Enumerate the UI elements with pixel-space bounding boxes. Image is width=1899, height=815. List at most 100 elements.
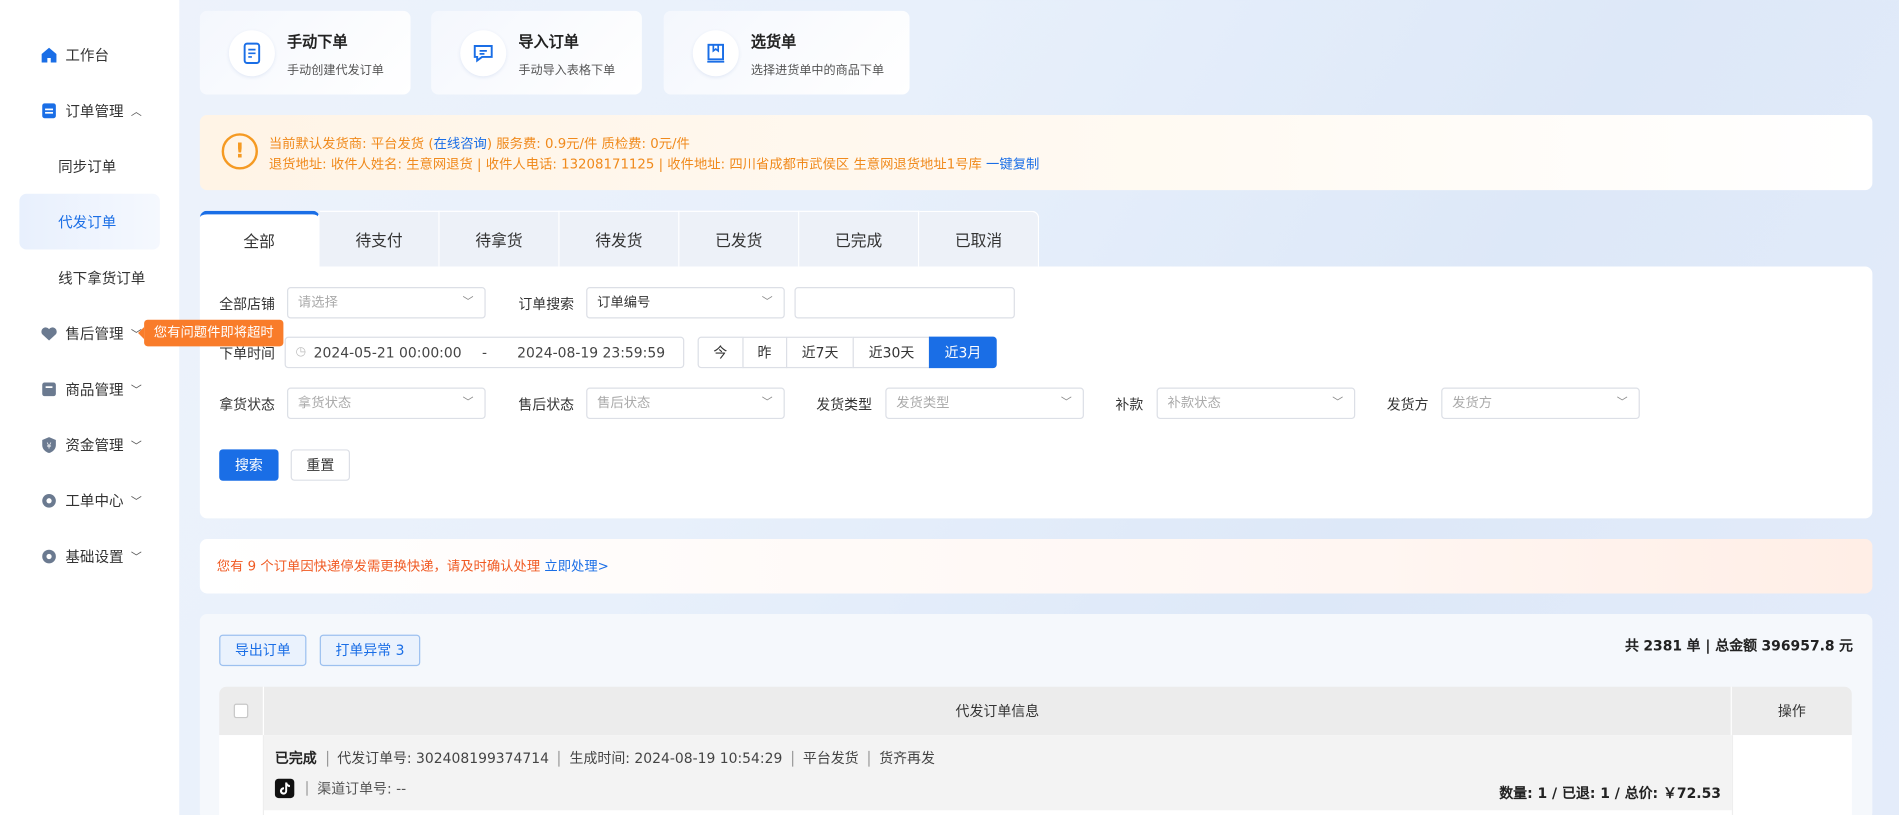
online-consult-link[interactable]: 在线咨询 — [434, 136, 487, 152]
sidebar-item-label: 售后管理 — [65, 325, 124, 343]
reset-button[interactable]: 重置 — [290, 449, 351, 481]
sidebar-item-label: 基础设置 — [65, 548, 124, 565]
settings-icon — [39, 546, 58, 565]
order-tag: 货齐再发 — [868, 750, 944, 767]
chevron-down-icon: ﹀ — [1616, 397, 1628, 410]
range-7days-button[interactable]: 近7天 — [786, 336, 855, 369]
sidebar-item-funds[interactable]: ¥ 资金管理 ﹀ — [0, 426, 179, 462]
pickup-status-select[interactable]: 拿货状态 ﹀ — [287, 387, 486, 420]
express-alert: 您有 9 个订单因快递停发需更换快递，请及时确认处理 立即处理> — [199, 538, 1873, 594]
aftersale-status-label: 售后状态 — [518, 396, 575, 413]
range-today-button[interactable]: 今 — [697, 336, 744, 369]
select-all-checkbox-cell — [219, 686, 265, 736]
quick-card-import-order[interactable]: 导入订单 手动导入表格下单 — [431, 10, 642, 95]
sidebar-item-settings[interactable]: 基础设置 ﹀ — [0, 538, 179, 574]
chevron-down-icon: ﹀ — [130, 495, 142, 509]
sidebar-item-label: 工单中心 — [65, 492, 124, 510]
sidebar-item-workbench[interactable]: 工作台 — [0, 36, 179, 72]
copy-address-link[interactable]: 一键复制 — [986, 156, 1039, 172]
import-icon — [460, 29, 507, 76]
handle-now-link[interactable]: 立即处理> — [544, 558, 608, 574]
sidebar-subitem-sync-orders[interactable]: 同步订单 — [0, 148, 179, 184]
sidebar: 工作台 订单管理 ︿ 同步订单 代发订单 线下拿货订单 售后管理 ﹀ 商品管理 … — [0, 0, 180, 815]
search-button[interactable]: 搜索 — [219, 449, 279, 481]
sidebar-subitem-label: 代发订单 — [58, 213, 117, 231]
select-all-checkbox[interactable] — [233, 703, 249, 719]
order-meta: 已完成 代发订单号: 302408199374714 生成时间: 2024-08… — [274, 749, 945, 767]
chevron-down-icon: ﹀ — [1332, 397, 1344, 410]
chevron-down-icon: ﹀ — [1060, 397, 1072, 410]
notice-line-2: 退货地址: 收件人姓名: 生意网退货 | 收件人电话: 13208171125 … — [268, 156, 1040, 172]
store-label: 全部店铺 — [219, 295, 275, 313]
sidebar-item-products[interactable]: 商品管理 ﹀ — [0, 371, 179, 407]
channel-order-number: 渠道订单号: -- — [317, 779, 407, 797]
tab-pending-pickup[interactable]: 待拿货 — [439, 210, 560, 267]
order-total-summary: 共 2381 单 | 总金额 396957.8 元 — [1624, 637, 1853, 654]
document-icon — [228, 29, 275, 76]
row-order-info: 已完成 代发订单号: 302408199374714 生成时间: 2024-08… — [264, 735, 1732, 811]
order-created-time: 生成时间: 2024-08-19 10:54:29 — [558, 750, 792, 767]
row-actions-cell — [1731, 735, 1852, 815]
cart-icon — [692, 29, 739, 76]
svg-text:¥: ¥ — [46, 441, 51, 450]
quick-card-manual-order[interactable]: 手动下单 手动创建代发订单 — [199, 10, 411, 95]
quick-card-title: 选货单 — [750, 32, 797, 51]
range-30days-button[interactable]: 近30天 — [853, 336, 931, 369]
search-input[interactable] — [794, 287, 1015, 319]
date-range-picker[interactable]: ◷ 2024-05-21 00:00:00 - 2024-08-19 23:59… — [284, 336, 685, 369]
tab-pending-shipment[interactable]: 待发货 — [559, 210, 680, 267]
tab-cancelled[interactable]: 已取消 — [919, 210, 1040, 267]
tab-pending-payment[interactable]: 待支付 — [319, 210, 440, 267]
sidebar-item-tickets[interactable]: 工单中心 ﹀ — [0, 482, 179, 518]
chevron-down-icon: ﹀ — [462, 296, 474, 309]
sidebar-subitem-offline-orders[interactable]: 线下拿货订单 — [0, 259, 179, 295]
aftersale-status-select[interactable]: 售后状态 ﹀ — [586, 387, 785, 420]
table-row: 已完成 代发订单号: 302408199374714 生成时间: 2024-08… — [219, 735, 1852, 815]
shipper-select[interactable]: 发货方 ﹀ — [1441, 387, 1640, 420]
sidebar-item-label: 订单管理 — [65, 102, 124, 120]
order-status: 已完成 — [274, 749, 317, 767]
filter-panel: 全部店铺 请选择 ﹀ 订单搜索 订单编号 ﹀ 下单时间 ◷ 2024-05-21 0… — [199, 266, 1873, 519]
store-select[interactable]: 请选择 ﹀ — [287, 287, 486, 319]
order-time-label: 下单时间 — [219, 345, 275, 363]
search-type-select[interactable]: 订单编号 ﹀ — [586, 287, 785, 319]
table-header: 代发订单信息 操作 — [219, 686, 1852, 736]
order-icon — [39, 101, 58, 120]
header-actions: 操作 — [1777, 702, 1806, 720]
pickup-status-label: 拿货状态 — [219, 396, 275, 413]
chevron-down-icon: ﹀ — [761, 397, 773, 410]
export-orders-button[interactable]: 导出订单 — [219, 634, 307, 667]
order-list: 导出订单 打单异常 3 共 2381 单 | 总金额 396957.8 元 代发… — [199, 614, 1873, 815]
sidebar-item-order-management[interactable]: 订单管理 ︿ — [0, 92, 179, 128]
sidebar-subitem-dropship-orders[interactable]: 代发订单 — [19, 193, 160, 250]
warning-icon: ! — [221, 133, 258, 170]
chevron-up-icon: ︿ — [130, 105, 142, 119]
quick-card-subtitle: 手动创建代发订单 — [287, 63, 384, 77]
notice-line-1: 当前默认发货商: 平台发货 (在线咨询) 服务费: 0.9元/件 质检费: 0元… — [268, 135, 690, 152]
chevron-down-icon: ﹀ — [130, 384, 142, 397]
refund-status-select[interactable]: 补款状态 ﹀ — [1156, 387, 1356, 420]
sidebar-subitem-label: 线下拿货订单 — [58, 269, 146, 287]
after-sale-icon — [39, 323, 58, 342]
quick-card-subtitle: 手动导入表格下单 — [518, 63, 616, 77]
refund-label: 补款 — [1115, 396, 1144, 413]
range-3months-button[interactable]: 近3月 — [928, 336, 998, 369]
quick-card-subtitle: 选择进货单中的商品下单 — [750, 63, 885, 77]
shipper-label: 发货方 — [1386, 396, 1429, 413]
sidebar-item-label: 商品管理 — [65, 380, 124, 398]
tab-shipped[interactable]: 已发货 — [679, 210, 800, 267]
row-checkbox-cell — [219, 735, 265, 815]
header-order-info: 代发订单信息 — [264, 686, 1732, 736]
tab-completed[interactable]: 已完成 — [799, 210, 920, 267]
order-number: 代发订单号: 302408199374714 — [326, 750, 558, 767]
tab-all[interactable]: 全部 — [199, 210, 320, 267]
print-exception-button[interactable]: 打单异常 3 — [319, 634, 421, 667]
quick-card-select-goods[interactable]: 选货单 选择进货单中的商品下单 — [663, 10, 910, 95]
range-yesterday-button[interactable]: 昨 — [741, 336, 788, 369]
tiktok-icon — [274, 778, 295, 799]
order-shipper: 平台发货 — [792, 750, 868, 767]
order-quantity-summary: 数量: 1 / 已退: 1 / 总价: ￥72.53 — [1499, 784, 1721, 802]
ship-type-label: 发货类型 — [816, 396, 872, 413]
ship-type-select[interactable]: 发货类型 ﹀ — [885, 387, 1084, 420]
shipping-notice: ! 当前默认发货商: 平台发货 (在线咨询) 服务费: 0.9元/件 质检费: … — [199, 115, 1873, 191]
